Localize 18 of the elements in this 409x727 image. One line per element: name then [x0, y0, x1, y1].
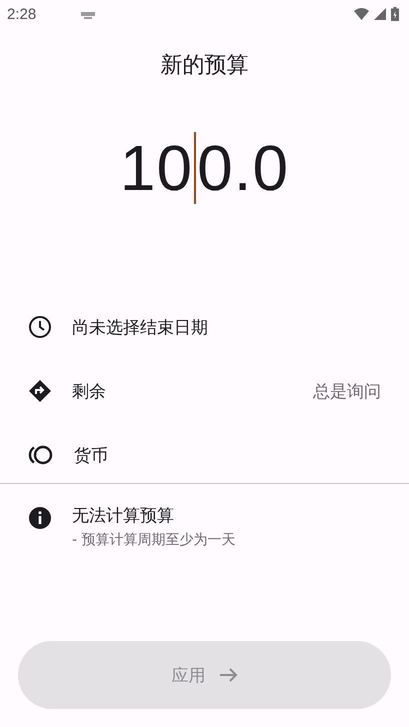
currency-icon	[28, 445, 54, 465]
setting-label[interactable]: 尚未选择结束日期	[72, 316, 381, 338]
status-time: 2:28	[7, 6, 36, 22]
notice-title: 无法计算预算	[72, 505, 175, 527]
wifi-icon	[354, 8, 369, 20]
signal-icon	[374, 8, 386, 20]
setting-label[interactable]: 货币	[74, 444, 381, 466]
keyboard-icon	[81, 12, 96, 18]
notice-detail: - 预算计算周期至少为一天	[72, 531, 236, 549]
page-title: 新的预算	[160, 52, 250, 80]
clock-icon	[28, 315, 52, 339]
turn-sign-icon	[28, 379, 52, 403]
amount-input[interactable]: 100.0	[120, 130, 290, 204]
info-icon	[28, 506, 52, 530]
arrow-icon	[220, 668, 238, 682]
battery-icon	[391, 7, 399, 21]
setting-label[interactable]: 剩余	[72, 380, 293, 402]
setting-value: 总是询问	[313, 380, 381, 402]
